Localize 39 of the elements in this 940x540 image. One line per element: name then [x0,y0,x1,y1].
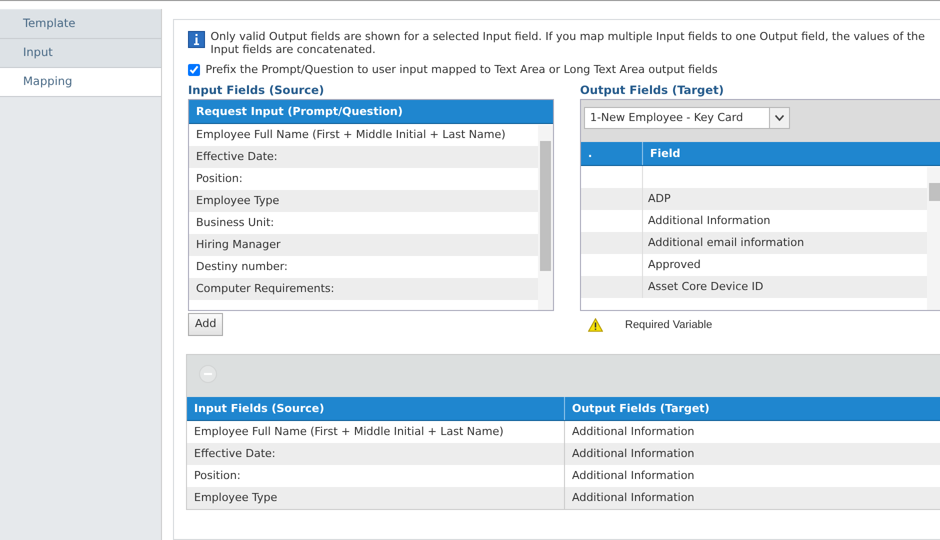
warning-icon [588,318,603,332]
table-cell-text: Additional Information [571,424,694,440]
add-button[interactable]: Add [188,313,224,336]
column-header: Request Input (Prompt/Question) [189,100,553,124]
list-item[interactable]: Hiring Manager [189,234,538,256]
list-item[interactable]: Destiny number: [189,256,538,278]
table-cell-text: Additional Information [571,446,694,462]
info-icon [188,31,205,48]
prefix-label: Prefix the Prompt/Question to user input mapped to Text Area or Long Text Area output fields [206,62,718,78]
prefix-checkbox[interactable] [188,64,200,76]
legend-label: Required Variable [625,318,712,333]
column-header: Field [649,146,680,162]
list-item[interactable]: Position: [189,168,538,190]
sidebar-item[interactable]: Template [0,10,161,39]
column-header: . [581,142,643,165]
table-cell: Employee Type [187,486,565,508]
scrollbar[interactable] [927,167,940,310]
list-item[interactable]: Computer Requirements: [189,278,538,300]
scrollbar[interactable] [538,125,553,310]
column-header: Input Fields (Source) [187,396,565,420]
column-header: Output Fields (Target) [571,400,710,416]
panel-title: Output Fields (Target) [580,82,725,99]
list-item[interactable]: ADP [643,188,671,210]
list-item[interactable]: Employee Type [189,190,538,212]
template-select[interactable]: 1-New Employee - Key Card [584,107,790,129]
table-cell: Effective Date: [187,442,565,464]
caret-icon [775,115,784,121]
panel-title: Input Fields (Source) [188,82,326,99]
table-cell-text: Additional Information [571,490,694,506]
info-message: Only valid Output fields are shown for a selected Input field. If you map multiple Input fields to one Output field, the values of the Input fields are concatenated. [210,30,926,56]
list-item[interactable]: Business Unit: [189,212,538,234]
list-item[interactable]: Effective Date: [189,146,538,168]
sidebar-item[interactable]: Input [0,39,161,68]
table-cell-text: Additional Information [571,468,694,484]
remove-icon[interactable] [199,364,217,382]
list-item[interactable]: Approved [643,254,701,276]
list-item[interactable]: Additional Information [643,210,770,232]
sidebar-item[interactable]: Mapping [0,68,161,97]
list-item[interactable]: Employee Full Name (First + Middle Initial + Last Name) [189,124,538,146]
